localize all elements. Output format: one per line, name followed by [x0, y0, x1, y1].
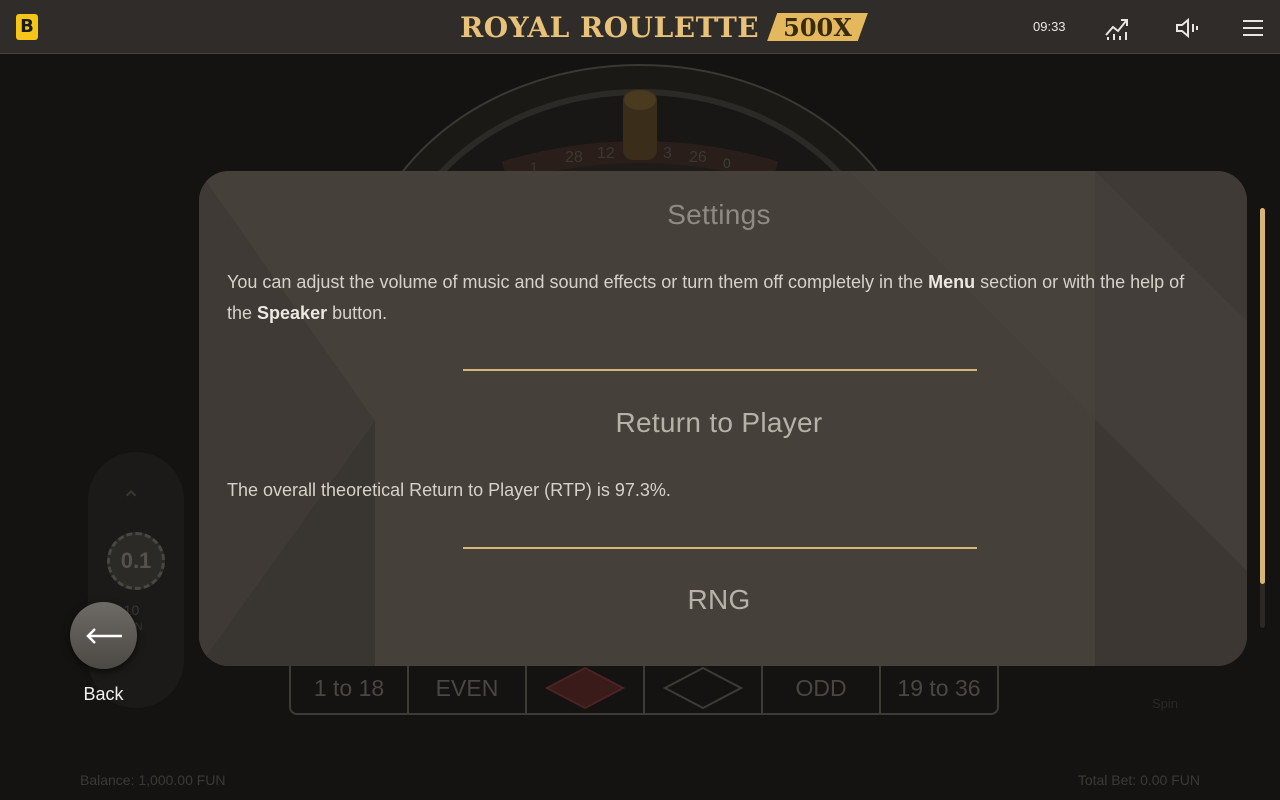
- bet-1-to-18[interactable]: 1 to 18: [291, 663, 409, 713]
- divider: [463, 547, 977, 549]
- chip[interactable]: 0.1: [107, 532, 165, 590]
- wheel-number: 0: [723, 155, 731, 171]
- spin-button[interactable]: Spin: [1152, 696, 1178, 711]
- scrollbar-thumb[interactable]: [1260, 208, 1265, 584]
- stats-icon[interactable]: [1104, 15, 1130, 41]
- back-button[interactable]: [70, 602, 137, 669]
- speaker-icon[interactable]: [1174, 15, 1200, 41]
- total-bet: Total Bet: 0.00 FUN: [1077, 772, 1200, 788]
- clock: 09:33: [1033, 19, 1066, 34]
- bet-odd[interactable]: ODD: [763, 663, 881, 713]
- arrow-left-icon: [85, 627, 122, 644]
- back-label: Back: [83, 684, 124, 704]
- menu-icon[interactable]: [1240, 15, 1266, 41]
- menu-term: Menu: [928, 272, 976, 292]
- wheel-number: 3: [663, 145, 672, 162]
- bet-black[interactable]: [645, 663, 763, 713]
- bet-19-to-36[interactable]: 19 to 36: [881, 663, 997, 713]
- rtp-title: Return to Player: [615, 407, 823, 438]
- bet-even[interactable]: EVEN: [409, 663, 527, 713]
- speaker-term: Speaker: [257, 303, 328, 323]
- wheel-number: 12: [597, 145, 615, 162]
- game-title: ROYAL ROULETTE: [460, 10, 760, 44]
- info-modal: Settings You can adjust the volume of mu…: [199, 171, 1247, 666]
- brand-logo[interactable]: B: [16, 14, 38, 40]
- bet-red[interactable]: [527, 663, 645, 713]
- balance: Balance: 1,000.00 FUN: [80, 772, 226, 788]
- top-bar: B ROYAL ROULETTE 500X 09:33: [0, 0, 1280, 54]
- rng-title: RNG: [687, 584, 751, 615]
- settings-text: You can adjust the volume of music and s…: [227, 272, 1185, 323]
- betting-board: 1 to 18 EVEN ODD 19 to 36: [289, 663, 999, 715]
- wheel-number: 28: [565, 149, 583, 166]
- settings-title: Settings: [667, 199, 771, 230]
- game-logo: ROYAL ROULETTE 500X: [460, 10, 868, 44]
- rtp-text: The overall theoretical Return to Player…: [227, 480, 671, 500]
- wheel-number: 26: [689, 149, 707, 166]
- chevron-up-icon[interactable]: ⌃: [121, 486, 141, 515]
- multiplier-badge: 500X: [767, 13, 868, 41]
- divider: [463, 369, 977, 371]
